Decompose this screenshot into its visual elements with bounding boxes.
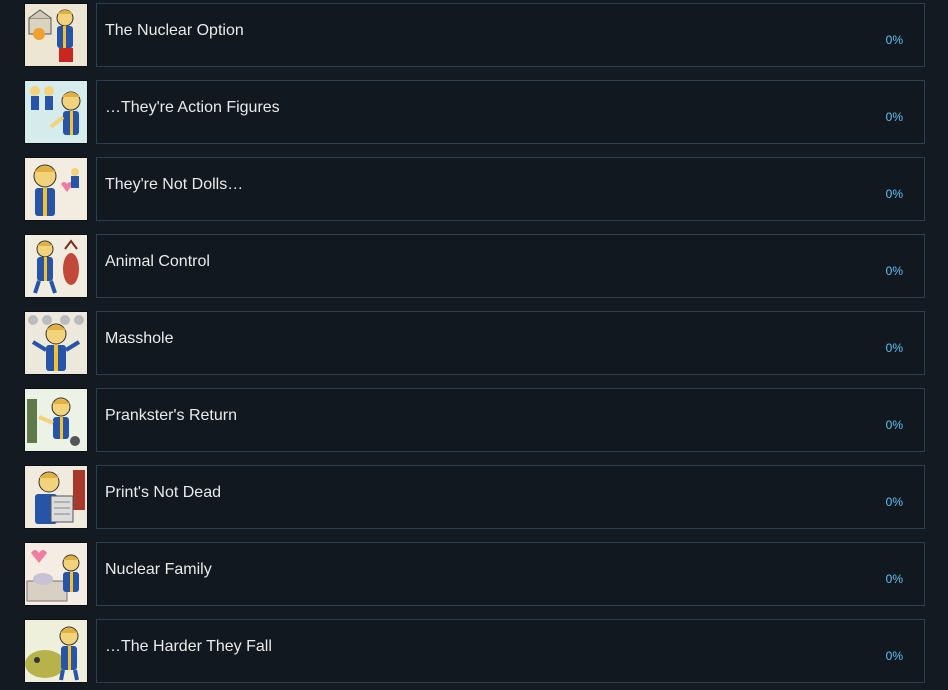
achievement-card: Animal Control 0% — [96, 234, 925, 298]
achievement-title: …They're Action Figures — [105, 99, 280, 116]
achievement-title: Nuclear Family — [105, 561, 212, 578]
achievement-row[interactable]: Prankster's Return 0% — [24, 388, 925, 452]
achievement-percent: 0% — [885, 495, 903, 509]
achievement-percent: 0% — [885, 33, 903, 47]
achievement-row[interactable]: …The Harder They Fall 0% — [24, 619, 925, 683]
achievement-title: …The Harder They Fall — [105, 638, 272, 655]
vault-boy-not-dolls-icon — [24, 157, 88, 221]
vault-boy-masshole-icon — [24, 311, 88, 375]
vault-boy-prankster-icon — [24, 388, 88, 452]
achievement-title: The Nuclear Option — [105, 22, 244, 39]
achievement-row[interactable]: …They're Action Figures 0% — [24, 80, 925, 144]
achievement-percent: 0% — [885, 110, 903, 124]
achievement-percent: 0% — [885, 418, 903, 432]
achievement-percent: 0% — [885, 264, 903, 278]
achievement-row[interactable]: The Nuclear Option 0% — [24, 3, 925, 67]
achievement-percent: 0% — [885, 572, 903, 586]
achievement-percent: 0% — [885, 187, 903, 201]
achievement-card: Print's Not Dead 0% — [96, 465, 925, 529]
achievement-card: Masshole 0% — [96, 311, 925, 375]
vault-boy-action-figures-icon — [24, 80, 88, 144]
vault-boy-newspaper-icon — [24, 465, 88, 529]
achievement-card: The Nuclear Option 0% — [96, 3, 925, 67]
achievement-row[interactable]: Nuclear Family 0% — [24, 542, 925, 606]
achievement-percent: 0% — [885, 341, 903, 355]
achievement-card: …The Harder They Fall 0% — [96, 619, 925, 683]
achievement-title: They're Not Dolls… — [105, 176, 244, 193]
vault-boy-harder-they-fall-icon — [24, 619, 88, 683]
achievement-title: Animal Control — [105, 253, 210, 270]
achievement-card: They're Not Dolls… 0% — [96, 157, 925, 221]
vault-boy-nuclear-option-icon — [24, 3, 88, 67]
achievement-list: The Nuclear Option 0% …They're Action Fi… — [0, 0, 948, 690]
achievement-percent: 0% — [885, 649, 903, 663]
achievement-card: Nuclear Family 0% — [96, 542, 925, 606]
achievement-title: Prankster's Return — [105, 407, 237, 424]
vault-boy-nuclear-family-icon — [24, 542, 88, 606]
vault-boy-animal-control-icon — [24, 234, 88, 298]
achievement-card: Prankster's Return 0% — [96, 388, 925, 452]
achievement-title: Masshole — [105, 330, 174, 347]
achievement-row[interactable]: Animal Control 0% — [24, 234, 925, 298]
achievement-row[interactable]: They're Not Dolls… 0% — [24, 157, 925, 221]
achievement-row[interactable]: Print's Not Dead 0% — [24, 465, 925, 529]
achievement-row[interactable]: Masshole 0% — [24, 311, 925, 375]
achievement-card: …They're Action Figures 0% — [96, 80, 925, 144]
achievement-title: Print's Not Dead — [105, 484, 221, 501]
